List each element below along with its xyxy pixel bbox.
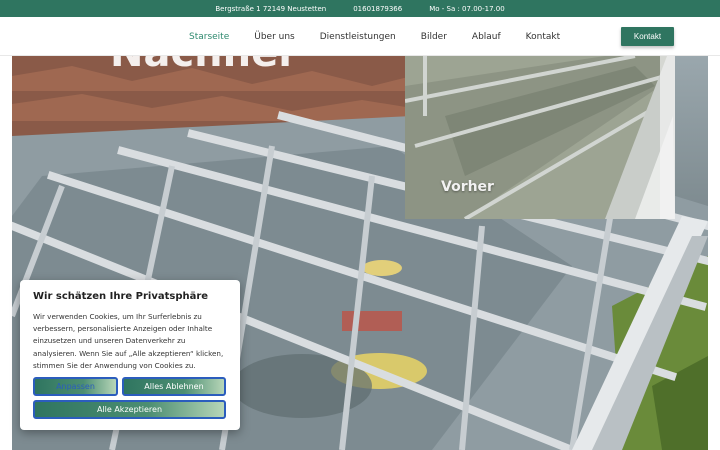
nav-item-bilder[interactable]: Bilder xyxy=(421,32,447,42)
phone-link[interactable]: 01601879366 xyxy=(353,5,402,13)
opening-hours-text: Mo - Sa : 07.00-17.00 xyxy=(429,4,505,13)
cookie-description: Wir verwenden Cookies, um Ihr Surferlebn… xyxy=(33,312,224,370)
cookie-settings-button[interactable]: Anpassen xyxy=(33,377,118,396)
nav-item-dienstleistungen[interactable]: Dienstleistungen xyxy=(320,32,396,42)
vorher-label: Vorher xyxy=(441,179,494,195)
page-right-margin xyxy=(708,56,720,450)
cookie-reject-button[interactable]: Alles Ablehnen xyxy=(122,377,226,396)
nav-item-kontakt[interactable]: Kontakt xyxy=(526,32,560,42)
cookie-consent-panel: Wir schätzen Ihre Privatsphäre Wir verwe… xyxy=(20,280,240,430)
nav-item-ablauf[interactable]: Ablauf xyxy=(472,32,501,42)
nav-item-startseite[interactable]: Starseite xyxy=(189,32,229,42)
top-info-bar: Bergstraße 1 72149 Neustetten 0160187936… xyxy=(0,0,720,17)
main-navigation: Starseite Über uns Dienstleistungen Bild… xyxy=(0,17,720,56)
nav-item-ueber-uns[interactable]: Über uns xyxy=(254,32,295,42)
cookie-accept-button[interactable]: Alle Akzeptieren xyxy=(33,400,226,419)
address-text: Bergstraße 1 72149 Neustetten xyxy=(215,4,327,13)
kontakt-button[interactable]: Kontakt xyxy=(621,27,674,46)
cookie-title: Wir schätzen Ihre Privatsphäre xyxy=(33,291,209,302)
nav-links: Starseite Über uns Dienstleistungen Bild… xyxy=(189,17,585,56)
inset-image-vorher: Vorher xyxy=(405,56,675,219)
hero-overlay-text: Nachher xyxy=(110,56,298,76)
